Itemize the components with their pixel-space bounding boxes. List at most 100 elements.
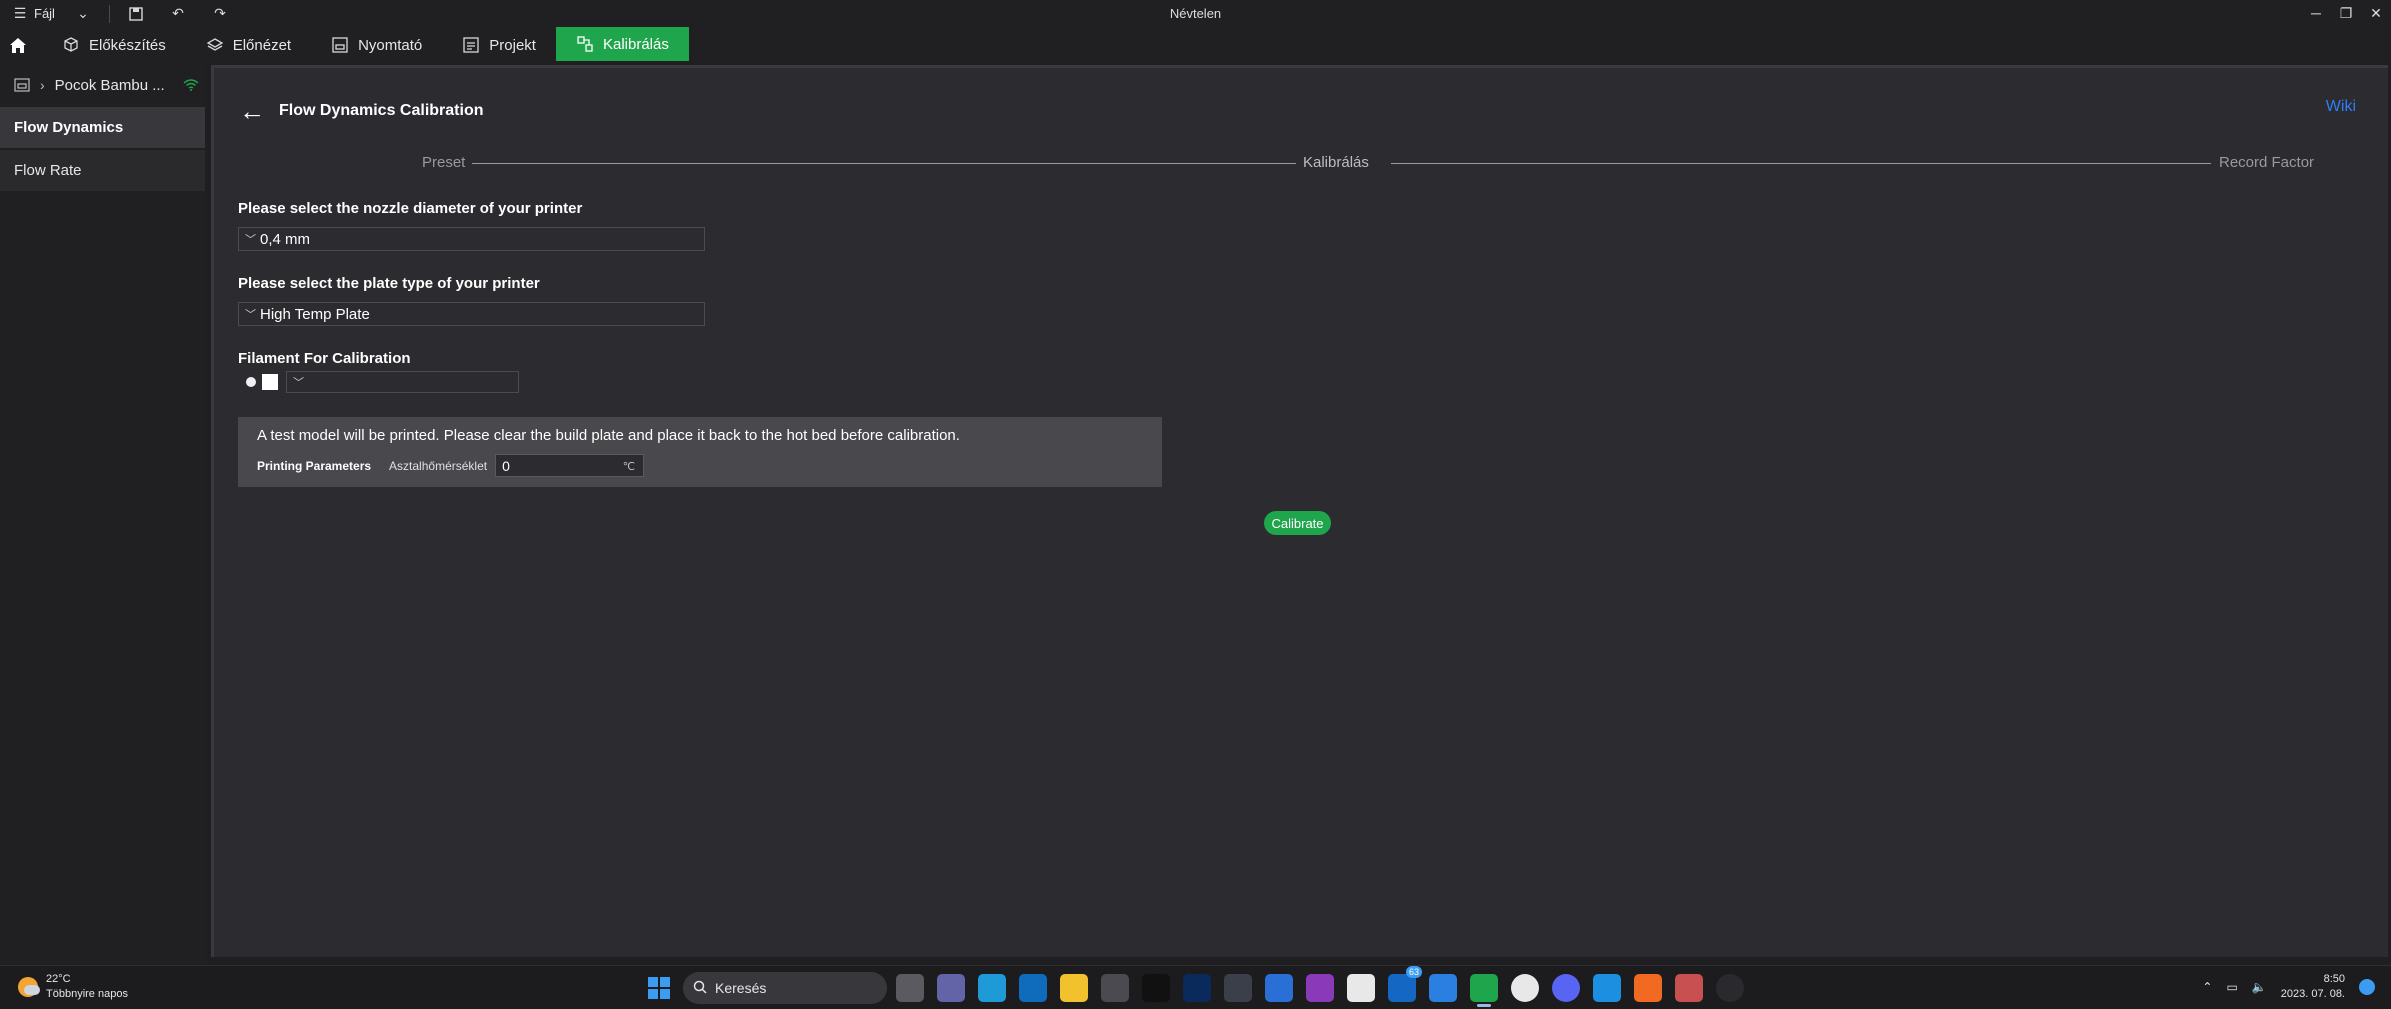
calibrate-button[interactable]: Calibrate	[1264, 511, 1331, 535]
tiktok-icon[interactable]	[1142, 974, 1170, 1002]
tab-prepare-label: Előkészítés	[89, 36, 166, 54]
undo-icon[interactable]: ↶	[170, 5, 186, 22]
search-icon	[693, 980, 707, 997]
display-icon[interactable]: ▭	[2226, 980, 2237, 994]
chevron-down-icon: ﹀	[293, 377, 304, 389]
clock-time: 8:50	[2323, 973, 2345, 985]
teams-icon[interactable]	[937, 974, 965, 1002]
tab-preview[interactable]: Előnézet	[186, 27, 311, 63]
wiki-link[interactable]: Wiki	[2326, 98, 2356, 116]
tab-prepare[interactable]: Előkészítés	[42, 27, 186, 63]
sidebar-item-flow-rate[interactable]: Flow Rate	[0, 150, 205, 191]
bambu-studio-icon[interactable]	[1470, 974, 1498, 1007]
tab-project[interactable]: Projekt	[442, 27, 556, 63]
discord-icon[interactable]	[1552, 974, 1580, 1002]
tab-device-label: Nyomtató	[358, 36, 423, 54]
weather-temp: 22°C	[46, 973, 71, 985]
speedometer-icon[interactable]	[1716, 974, 1744, 1002]
chevron-down-icon: ﹀	[245, 234, 256, 246]
toolbar-divider	[108, 4, 110, 23]
sidebar-item-label: Flow Rate	[14, 162, 82, 179]
system-tray: ⌃ ▭ 🔈 8:50 2023. 07. 08.	[2202, 972, 2375, 1002]
volume-icon[interactable]: 🔈	[2252, 980, 2267, 994]
project-icon	[463, 37, 479, 53]
nozzle-value: 0,4 mm	[260, 230, 311, 248]
page-title: Flow Dynamics Calibration	[279, 102, 484, 119]
bed-temp-input[interactable]: 0 ℃	[495, 454, 645, 477]
tab-calibration[interactable]: Kalibrálás	[555, 27, 689, 61]
windows-taskbar: 22°C Többnyire napos Keresés 63 ⌃ ▭ 🔈 8:…	[0, 965, 2391, 1009]
step-calibration: Kalibrálás	[1303, 154, 1369, 171]
filament-select[interactable]: ﹀	[286, 371, 519, 393]
calendar-icon[interactable]	[1429, 974, 1457, 1002]
clock[interactable]: 8:50 2023. 07. 08.	[2281, 972, 2345, 1002]
clock-date: 2023. 07. 08.	[2280, 988, 2345, 1000]
tab-calibration-label: Kalibrálás	[602, 35, 669, 53]
onshape-icon[interactable]	[1593, 974, 1621, 1002]
minimize-button[interactable]: ─	[2301, 0, 2331, 27]
nozzle-label: Please select the nozzle diameter of you…	[238, 200, 583, 217]
fusion-icon[interactable]	[1634, 974, 1662, 1002]
weather-desc: Többnyire napos	[46, 988, 128, 1000]
title-bar: ☰ Fájl ⌄ ↶ ↷ Névtelen ─ ❐ ✕	[0, 0, 2391, 27]
nozzle-diameter-select[interactable]: ﹀ 0,4 mm	[238, 227, 705, 251]
store-icon[interactable]	[1347, 974, 1375, 1002]
back-arrow-icon[interactable]: ←	[239, 98, 265, 124]
layers-icon	[206, 38, 224, 51]
taskbar-search[interactable]: Keresés	[683, 972, 887, 1004]
close-button[interactable]: ✕	[2361, 0, 2391, 27]
printing-parameters-label: Printing Parameters	[257, 458, 372, 473]
disney-plus-icon[interactable]	[1183, 974, 1211, 1002]
step-record-factor: Record Factor	[2219, 154, 2315, 171]
tab-preview-label: Előnézet	[232, 36, 292, 54]
steam-icon[interactable]	[1224, 974, 1252, 1002]
calculator-icon[interactable]	[1101, 974, 1129, 1002]
step-indicator: Preset Kalibrálás Record Factor	[336, 154, 2386, 174]
filament-section: Filament For Calibration ﹀	[238, 350, 519, 393]
tab-device[interactable]: Nyomtató	[311, 27, 442, 63]
pinned-apps: 63	[896, 966, 1744, 1007]
clipchamp-icon[interactable]	[1306, 974, 1334, 1002]
news-icon[interactable]	[1265, 974, 1293, 1002]
printer-name: Pocok Bambu ...	[54, 76, 165, 94]
filament-color-swatch[interactable]	[262, 374, 278, 390]
chevron-right-icon: ›	[40, 77, 45, 93]
file-explorer-icon[interactable]	[1060, 974, 1088, 1002]
redo-icon[interactable]: ↷	[212, 5, 228, 22]
hamburger-menu-icon[interactable]: ☰	[12, 5, 28, 22]
task-view-icon[interactable]	[896, 974, 924, 1002]
bed-temp-label: Asztalhőmérséklet	[389, 458, 488, 473]
bed-temp-value: 0	[502, 457, 510, 474]
plate-type-select[interactable]: ﹀ High Temp Plate	[238, 302, 705, 326]
filament-label: Filament For Calibration	[238, 350, 411, 367]
print-info-box: A test model will be printed. Please cle…	[238, 417, 1162, 487]
windows-start-icon[interactable]	[648, 977, 670, 999]
cube-icon	[64, 37, 78, 52]
chevron-down-icon: ﹀	[245, 309, 256, 321]
file-menu[interactable]: Fájl	[34, 6, 55, 21]
outlook-icon[interactable]	[1019, 974, 1047, 1002]
save-icon[interactable]	[128, 6, 144, 22]
filament-radio[interactable]	[246, 377, 256, 387]
chevron-up-icon[interactable]: ⌃	[2202, 980, 2212, 994]
notification-icon[interactable]	[2359, 979, 2375, 995]
search-placeholder: Keresés	[715, 980, 767, 996]
tab-project-label: Projekt	[489, 36, 536, 54]
printer-small-icon	[14, 78, 30, 92]
step-preset: Preset	[422, 154, 466, 171]
step-connector	[472, 163, 1296, 164]
uninstall-icon[interactable]	[1675, 974, 1703, 1002]
chatgpt-icon[interactable]	[1511, 974, 1539, 1002]
mail-icon[interactable]: 63	[1388, 966, 1422, 1002]
printer-selector[interactable]: › Pocok Bambu ...	[0, 63, 205, 107]
step-connector	[1391, 163, 2211, 164]
chevron-down-icon[interactable]: ⌄	[75, 5, 91, 22]
restore-button[interactable]: ❐	[2331, 0, 2361, 27]
edge-icon[interactable]	[978, 974, 1006, 1002]
weather-widget[interactable]: 22°C Többnyire napos	[18, 972, 128, 1002]
home-icon[interactable]	[0, 27, 36, 63]
sidebar-item-flow-dynamics[interactable]: Flow Dynamics	[0, 107, 205, 148]
calibration-sidebar: › Pocok Bambu ... Flow Dynamics Flow Rat…	[0, 63, 205, 967]
plate-value: High Temp Plate	[260, 305, 370, 323]
window-title: Névtelen	[1169, 6, 1222, 21]
